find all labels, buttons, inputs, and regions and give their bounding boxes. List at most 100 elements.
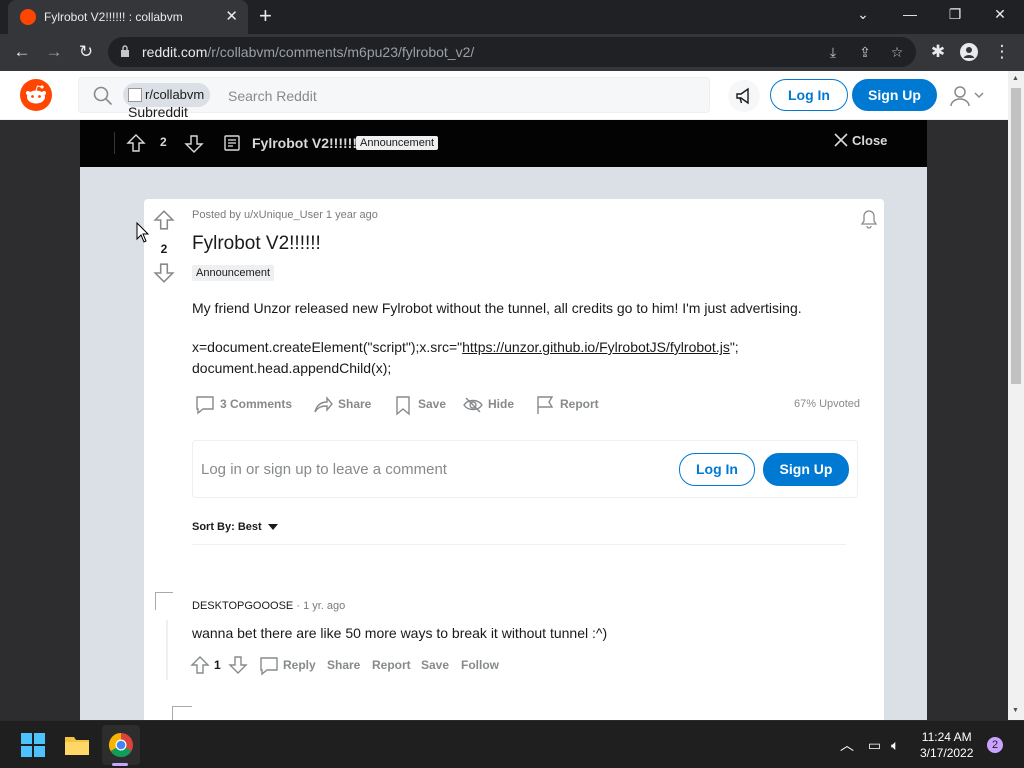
page-scrollbar[interactable]: ▲ ▼ (1008, 71, 1024, 720)
network-icon[interactable]: ▭ (868, 737, 881, 753)
sort-dropdown[interactable]: Sort By: Best (192, 521, 278, 533)
close-tab-icon[interactable]: ✕ (225, 7, 238, 25)
scrollbar-thumb[interactable] (1011, 88, 1021, 384)
upvote-arrow-icon[interactable] (153, 209, 175, 231)
reply-button[interactable]: Reply (283, 658, 316, 672)
install-app-icon[interactable]: ⤓ (824, 43, 842, 61)
downvote-arrow-icon[interactable] (153, 262, 175, 284)
scroll-down-arrow-icon[interactable]: ▼ (1012, 707, 1019, 714)
modal-flair-badge: Announcement (356, 136, 438, 150)
header-signup-button[interactable]: Sign Up (852, 79, 937, 111)
post-flair-badge[interactable]: Announcement (192, 265, 274, 281)
mouse-cursor-icon (136, 222, 150, 243)
taskbar-clock[interactable]: 11:24 AM 3/17/2022 (920, 729, 973, 761)
comment-login-button[interactable]: Log In (679, 453, 755, 486)
url-text: reddit.com/r/collabvm/comments/m6pu23/fy… (142, 44, 475, 60)
modal-post-title: Fylrobot V2!!!!!! (252, 135, 357, 151)
post-body-code: x=document.createElement("script");x.src… (192, 339, 739, 376)
windows-taskbar: ︿ ▭ 🔈︎ 11:24 AM 3/17/2022 2 (0, 720, 1024, 768)
post-body-text: My friend Unzor released new Fylrobot wi… (192, 300, 802, 316)
reddit-logo-icon[interactable] (20, 79, 52, 111)
tab-search-icon[interactable]: ⌄ (853, 6, 873, 23)
comment-text: wanna bet there are like 50 more ways to… (192, 625, 608, 641)
reply-icon[interactable] (258, 655, 280, 677)
comment-report-button[interactable]: Report (372, 658, 411, 672)
post-text-icon (224, 135, 240, 151)
follow-button[interactable]: Follow (461, 658, 499, 672)
extensions-icon[interactable]: ✱ (927, 41, 949, 63)
chrome-menu-icon[interactable]: ⋮ (991, 41, 1013, 63)
reddit-favicon-icon (20, 9, 36, 25)
post-card: 2 Posted by u/xUnique_User 1 year ago Fy… (144, 199, 884, 720)
close-modal-button[interactable]: Close (834, 133, 887, 148)
reload-icon[interactable]: ↻ (75, 41, 97, 63)
comment-icon (196, 396, 214, 415)
minimize-icon[interactable]: — (900, 6, 920, 22)
hide-eye-icon (463, 397, 483, 413)
new-tab-icon[interactable]: + (259, 5, 272, 27)
search-icon (93, 86, 113, 106)
subreddit-image-icon (128, 88, 142, 102)
divider (192, 544, 846, 545)
modal-top-bar: 2 Fylrobot V2!!!!!! Announcement Close (80, 120, 927, 167)
profile-icon[interactable] (958, 41, 980, 63)
browser-tab[interactable]: Fylrobot V2!!!!!! : collabvm ✕ (8, 0, 248, 34)
chrome-icon[interactable] (107, 731, 135, 759)
address-bar[interactable]: reddit.com/r/collabvm/comments/m6pu23/fy… (108, 37, 916, 67)
avatar[interactable] (172, 706, 192, 720)
bookmark-star-icon[interactable]: ☆ (888, 43, 906, 61)
hide-button[interactable]: Hide (462, 394, 514, 416)
modal-bar-divider (114, 132, 115, 154)
scroll-up-arrow-icon[interactable]: ▲ (1012, 75, 1019, 82)
modal-vote-count: 2 (160, 135, 167, 149)
thread-line[interactable] (166, 620, 168, 680)
comment-login-prompt: Log in or sign up to leave a comment Log… (192, 440, 858, 498)
upvote-ratio: 67% Upvoted (794, 398, 861, 410)
comment-vote-count: 1 (214, 658, 221, 672)
clock-date: 3/17/2022 (920, 746, 974, 760)
advertise-icon[interactable] (728, 80, 760, 112)
avatar[interactable] (155, 592, 173, 610)
upvote-arrow-icon[interactable] (190, 655, 210, 675)
comment-signup-button[interactable]: Sign Up (763, 453, 849, 486)
tab-title: Fylrobot V2!!!!!! : collabvm (44, 10, 183, 24)
upvote-arrow-icon[interactable] (126, 133, 146, 153)
post-vote-count: 2 (160, 242, 168, 256)
save-button[interactable]: Save (392, 394, 446, 416)
user-dropdown[interactable] (948, 83, 990, 109)
search-input[interactable]: Search Reddit (228, 88, 317, 104)
share-icon[interactable]: ⇪ (856, 43, 874, 61)
caret-down-icon (267, 524, 278, 531)
header-login-button[interactable]: Log In (770, 79, 848, 111)
active-app-indicator (112, 763, 128, 766)
system-tray: ︿ ▭ 🔈︎ (840, 735, 899, 755)
windows-start-icon[interactable] (19, 731, 47, 759)
notification-bell-icon[interactable] (859, 209, 879, 229)
comment-prompt-text: Log in or sign up to leave a comment (201, 461, 447, 478)
post-modal: 2 Fylrobot V2!!!!!! Announcement Close 2 (80, 120, 927, 720)
comment-share-button[interactable]: Share (327, 658, 360, 672)
comment-time: · 1 yr. ago (296, 600, 346, 612)
restore-icon[interactable]: ❐ (945, 6, 965, 23)
file-explorer-icon[interactable] (63, 731, 91, 759)
subreddit-alt-text: Subreddit (128, 104, 188, 120)
share-button[interactable]: Share (312, 394, 371, 416)
tray-chevron-icon[interactable]: ︿ (840, 737, 854, 753)
report-button[interactable]: Report (534, 394, 599, 416)
back-icon[interactable]: ← (11, 41, 33, 63)
notification-badge[interactable]: 2 (987, 737, 1003, 753)
share-icon (314, 396, 333, 413)
comment-save-button[interactable]: Save (421, 658, 449, 672)
flag-icon (537, 396, 554, 414)
comments-button[interactable]: 3 Comments (194, 394, 292, 416)
comment-author[interactable]: DESKTOPGOOOSE · 1 yr. ago (192, 600, 345, 612)
close-window-icon[interactable]: ✕ (990, 6, 1010, 23)
volume-icon[interactable]: 🔈︎ (891, 737, 899, 753)
script-link[interactable]: https://unzor.github.io/FylrobotJS/fylro… (462, 339, 730, 355)
post-title: Fylrobot V2!!!!!! (192, 233, 321, 254)
downvote-arrow-icon[interactable] (228, 655, 248, 675)
post-meta: Posted by u/xUnique_User 1 year ago (192, 209, 378, 221)
forward-icon[interactable]: → (43, 41, 65, 63)
browser-toolbar: ← → ↻ reddit.com/r/collabvm/comments/m6p… (0, 34, 1024, 71)
downvote-arrow-icon[interactable] (184, 134, 204, 154)
